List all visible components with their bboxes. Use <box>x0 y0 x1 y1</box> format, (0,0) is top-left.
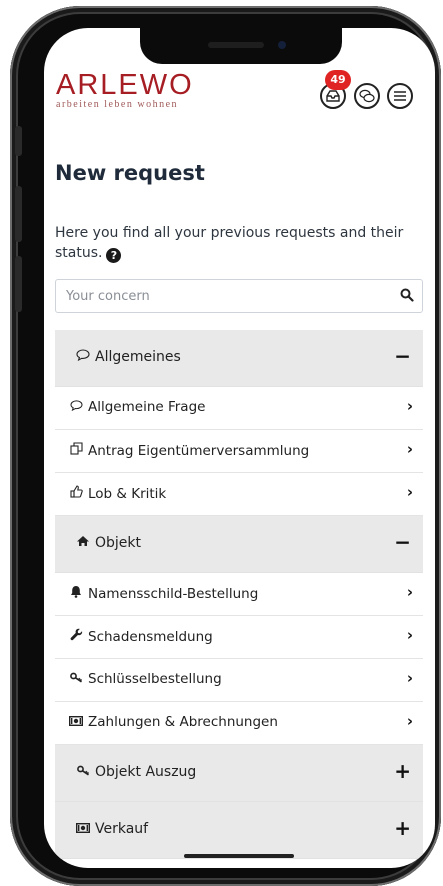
logo-tagline: arbeiten leben wohnen <box>56 99 179 110</box>
key-icon <box>75 765 91 779</box>
request-item[interactable]: Antrag Eigentümerversammlung › <box>55 430 423 473</box>
search-icon[interactable] <box>400 288 414 302</box>
home-icon <box>75 535 91 550</box>
help-icon[interactable]: ? <box>106 248 122 263</box>
request-item-label: Zahlungen & Abrechnungen <box>88 714 278 730</box>
chevron-right-icon: › <box>406 583 413 601</box>
chevron-right-icon: › <box>406 397 413 415</box>
volume-up-button <box>15 186 22 242</box>
logo[interactable]: ARLEWO arbeiten leben wohnen <box>56 70 194 110</box>
request-item[interactable]: Schlüsselbestellung › <box>55 659 423 702</box>
request-item-label-wrap: Lob & Kritik <box>68 485 166 502</box>
menu-button[interactable] <box>387 83 413 109</box>
request-item-label-wrap: Schlüsselbestellung <box>68 671 222 687</box>
chevron-right-icon: › <box>406 712 413 730</box>
collapse-icon[interactable]: − <box>394 344 411 368</box>
search-box <box>55 279 423 313</box>
expand-icon[interactable]: + <box>394 816 411 840</box>
search-input[interactable] <box>56 280 396 312</box>
money-icon <box>75 822 91 836</box>
speaker <box>208 42 264 48</box>
request-item-label: Allgemeine Frage <box>88 399 206 415</box>
bell-icon <box>68 585 84 601</box>
request-item[interactable]: Namensschild-Bestellung › <box>55 573 423 616</box>
request-item-label-wrap: Schadensmeldung <box>68 628 213 645</box>
speech-bubble-icon <box>68 400 84 414</box>
chevron-right-icon: › <box>406 483 413 501</box>
copy-icon <box>68 442 84 458</box>
volume-down-button <box>15 256 22 312</box>
category-label: Objekt <box>95 535 142 551</box>
mute-switch <box>15 126 22 156</box>
request-item-label-wrap: Zahlungen & Abrechnungen <box>68 714 278 730</box>
request-item-label: Schadensmeldung <box>88 629 213 645</box>
request-item[interactable]: Zahlungen & Abrechnungen › <box>55 702 423 745</box>
chevron-right-icon: › <box>406 669 413 687</box>
category-label-wrap: Objekt Auszug <box>75 764 196 780</box>
chevron-right-icon: › <box>406 626 413 644</box>
collapse-icon[interactable]: − <box>394 530 411 554</box>
phone-frame: ARLEWO arbeiten leben wohnen 49 New requ… <box>10 6 441 886</box>
thumbs-up-icon <box>68 485 84 501</box>
request-item[interactable]: Allgemeine Frage › <box>55 387 423 430</box>
request-category-list: Allgemeines − Allgemeine Frage › Antrag … <box>55 330 423 859</box>
category-label-wrap: Verkauf <box>75 821 148 837</box>
key-icon <box>68 672 84 686</box>
category-verkauf[interactable]: Verkauf + <box>55 802 423 859</box>
category-label: Allgemeines <box>95 349 181 365</box>
request-item-label: Schlüsselbestellung <box>88 671 222 687</box>
request-item[interactable]: Schadensmeldung › <box>55 616 423 659</box>
money-icon <box>68 715 84 729</box>
request-item-label: Lob & Kritik <box>88 486 167 502</box>
app-screen: ARLEWO arbeiten leben wohnen 49 New requ… <box>44 28 435 868</box>
category-objekt-auszug[interactable]: Objekt Auszug + <box>55 745 423 802</box>
speech-bubble-icon <box>75 349 91 364</box>
inbox-icon <box>326 90 340 102</box>
request-item-label: Namensschild-Bestellung <box>88 586 259 602</box>
category-label: Objekt Auszug <box>95 764 197 780</box>
category-label-wrap: Objekt <box>75 535 141 551</box>
front-camera <box>278 41 286 49</box>
chat-icon <box>359 89 375 103</box>
intro-text: Here you find all your previous requests… <box>55 223 421 263</box>
category-allgemeines[interactable]: Allgemeines − <box>55 330 423 387</box>
logo-wordmark: ARLEWO <box>56 69 194 101</box>
request-item-label-wrap: Namensschild-Bestellung <box>68 585 258 602</box>
messages-button[interactable] <box>354 83 380 109</box>
request-item[interactable]: Lob & Kritik › <box>55 473 423 516</box>
category-label-wrap: Allgemeines <box>75 349 181 365</box>
request-item-label-wrap: Allgemeine Frage <box>68 399 205 415</box>
request-item-label: Antrag Eigentümerversammlung <box>88 443 310 459</box>
category-objekt[interactable]: Objekt − <box>55 516 423 573</box>
expand-icon[interactable]: + <box>394 759 411 783</box>
chevron-right-icon: › <box>406 440 413 458</box>
request-item-label-wrap: Antrag Eigentümerversammlung <box>68 442 309 459</box>
notification-badge: 49 <box>325 70 351 90</box>
home-indicator <box>184 854 294 858</box>
notch <box>140 28 342 64</box>
category-label: Verkauf <box>95 821 149 837</box>
wrench-icon <box>68 628 84 644</box>
hamburger-icon <box>394 91 406 101</box>
page-title: New request <box>55 161 205 185</box>
